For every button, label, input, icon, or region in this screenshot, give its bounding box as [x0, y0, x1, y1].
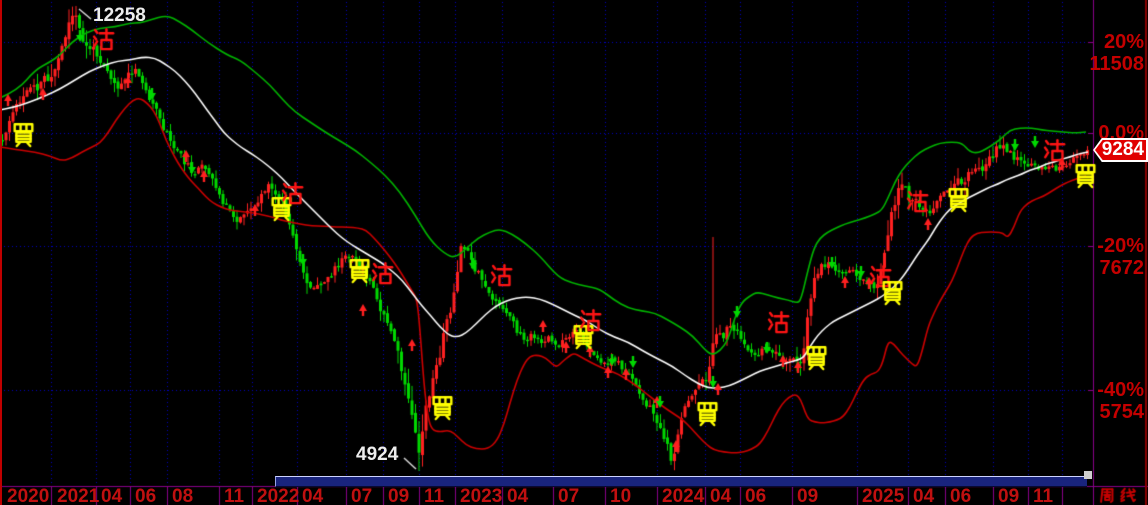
x-axis-tick-label: 11 [424, 486, 445, 505]
sell-signal [371, 261, 395, 288]
x-axis-tick-label: 04 [507, 486, 529, 505]
sell-signal [767, 310, 791, 337]
x-axis-tick-label: 06 [135, 486, 157, 505]
y-axis-label-5754: 5754 [1099, 401, 1145, 423]
current-price-tag: 9284 [1093, 138, 1148, 162]
x-axis-tick-label: 2022 [257, 486, 300, 505]
stock-chart-app: 20% 11508 0.0% -20% 7672 -40% 5754 9284 … [0, 0, 1148, 505]
buy-signal [881, 280, 905, 307]
y-axis-label-neg20pct: -20% [1097, 235, 1144, 257]
y-axis-label-neg40pct: -40% [1097, 379, 1144, 401]
x-axis-tick-label: 06 [950, 486, 972, 505]
buy-signal [696, 401, 720, 428]
buy-signal [348, 258, 372, 285]
x-axis-tick-label: 2023 [460, 486, 503, 505]
x-axis-tick-label: 04 [302, 486, 324, 505]
scrollbar-track[interactable] [0, 476, 1092, 488]
x-axis-tick-label: 07 [351, 486, 373, 505]
x-axis-tick-label: 07 [558, 486, 580, 505]
current-price-value: 9284 [1101, 139, 1144, 160]
sell-signal [1043, 138, 1067, 165]
buy-signal [947, 187, 971, 214]
x-axis-tick-label: 09 [388, 486, 410, 505]
x-axis-tick-label: 04 [101, 486, 123, 505]
x-axis-tick-label: 11 [224, 486, 245, 505]
x-axis-tick-label: 04 [710, 486, 732, 505]
period-label[interactable] [1098, 487, 1146, 505]
x-axis-tick-label: 2021 [57, 486, 100, 505]
sell-signal [490, 263, 514, 290]
sell-signal [579, 308, 603, 335]
x-axis-tick-label: 09 [998, 486, 1020, 505]
y-axis-label-20pct: 20% [1103, 31, 1144, 53]
scrollbar-thumb[interactable] [275, 476, 1087, 487]
x-axis-tick-label: 2020 [7, 486, 50, 505]
sell-signal [906, 189, 930, 216]
x-axis-tick-label: 11 [1033, 486, 1054, 505]
y-axis-label-7672: 7672 [1099, 257, 1145, 279]
x-axis-tick-label: 06 [745, 486, 767, 505]
price-chart[interactable] [0, 0, 1148, 505]
left-border [0, 0, 2, 505]
sell-signal [281, 181, 305, 208]
buy-signal [431, 395, 455, 422]
x-axis-tick-label: 10 [610, 486, 632, 505]
y-axis-label-11508: 11508 [1089, 53, 1144, 75]
x-axis-tick-label: 08 [172, 486, 194, 505]
x-axis-tick-label: 04 [913, 486, 935, 505]
low-price-label: 4924 [356, 444, 399, 465]
high-price-label: 12258 [93, 5, 146, 26]
buy-signal [805, 345, 829, 372]
x-axis-tick-label: 2025 [862, 486, 905, 505]
sell-signal [92, 27, 116, 54]
buy-signal [12, 122, 36, 149]
x-axis-tick-label: 2024 [662, 486, 705, 505]
x-axis-tick-label: 09 [797, 486, 819, 505]
scrollbar-grip[interactable] [1084, 471, 1092, 479]
buy-signal [1074, 163, 1098, 190]
